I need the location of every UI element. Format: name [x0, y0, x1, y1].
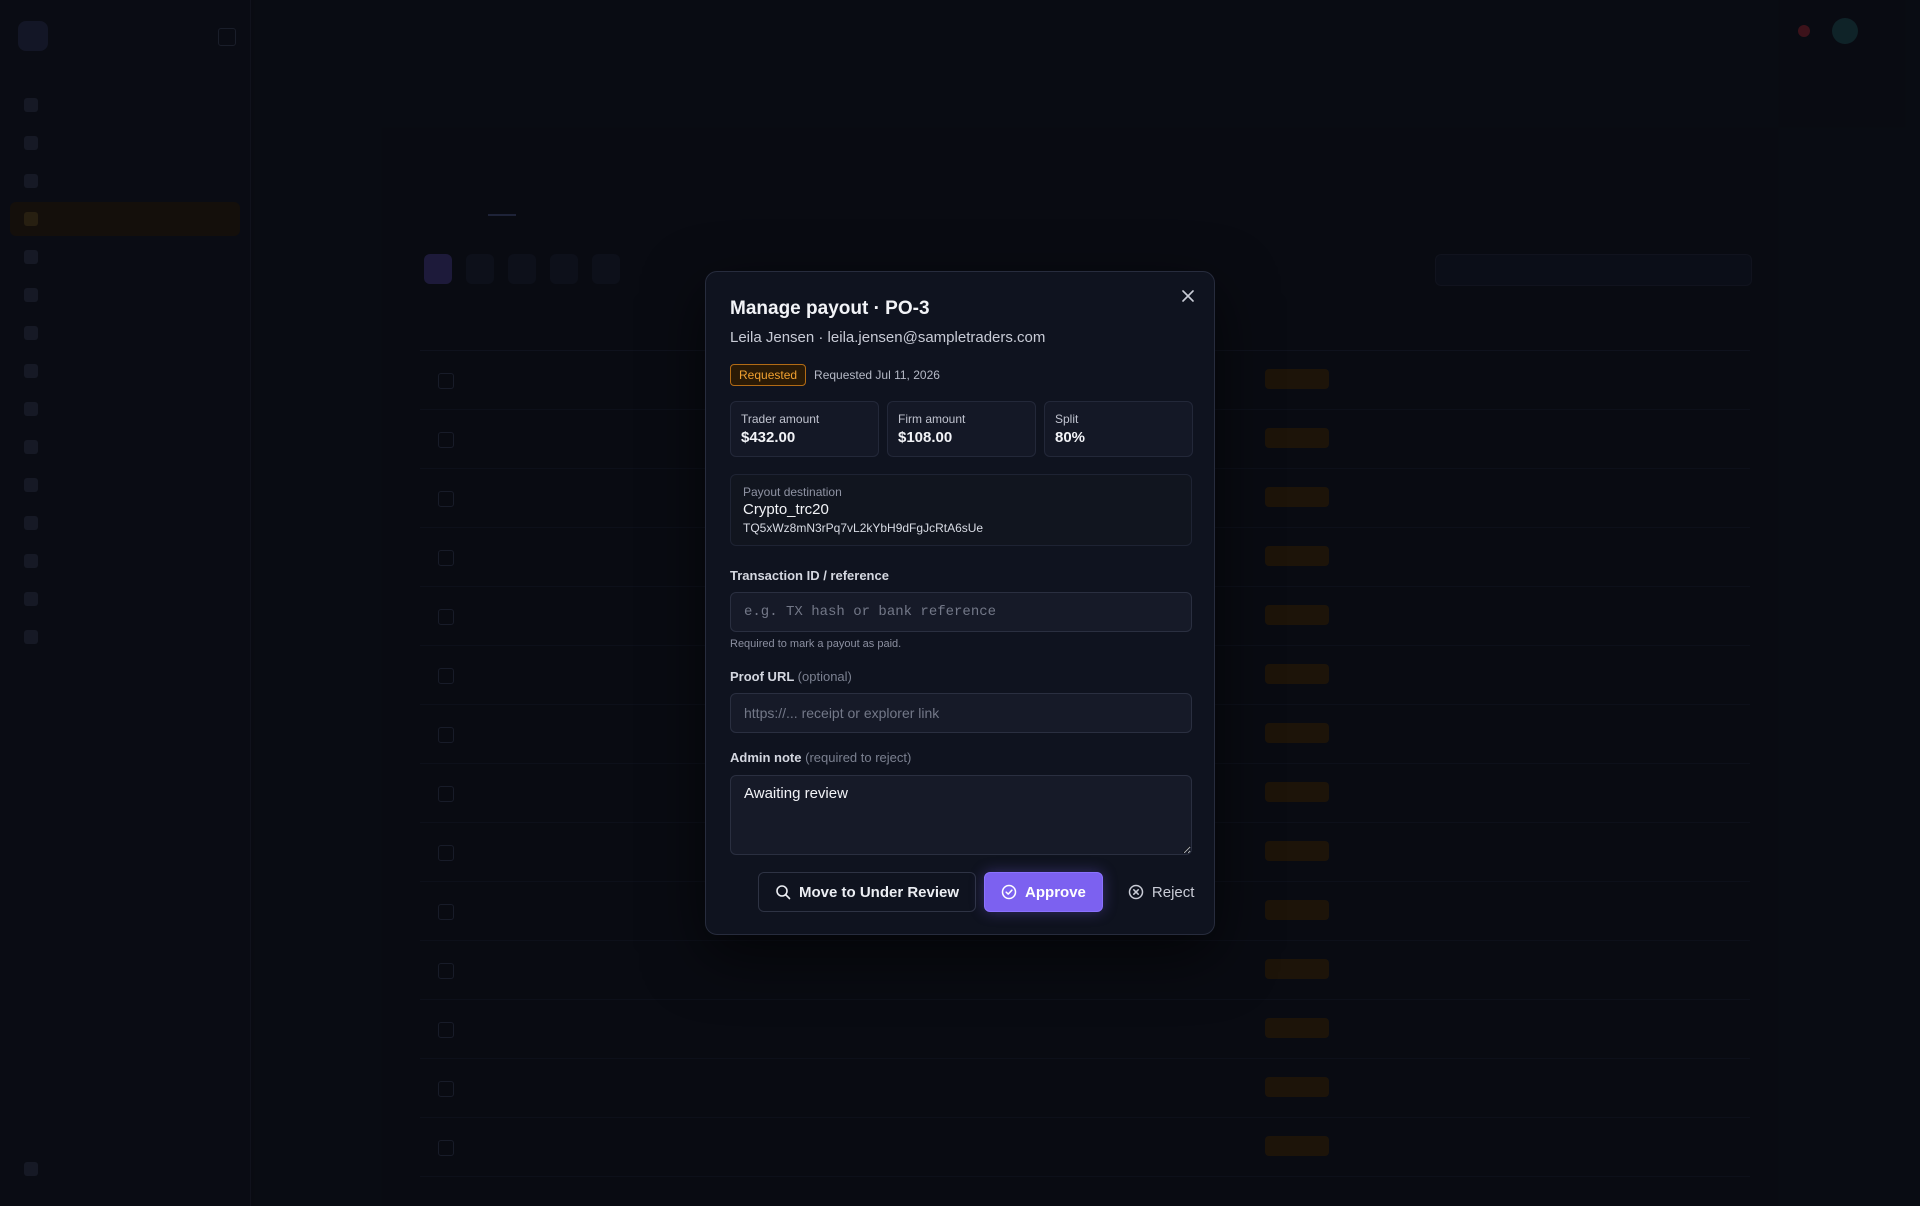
dialog-title: Manage payout · PO-3 — [730, 298, 930, 319]
approve-button[interactable]: Approve — [984, 872, 1103, 912]
status-row: Requested Requested Jul 11, 2026 — [730, 364, 940, 386]
requested-date: Requested Jul 11, 2026 — [814, 368, 940, 382]
close-icon — [1182, 290, 1194, 302]
x-circle-icon — [1128, 884, 1144, 900]
admin-note-label: Admin note (required to reject) — [730, 750, 911, 765]
stat-value: $108.00 — [898, 429, 953, 446]
proof-url-label-text: Proof URL — [730, 669, 795, 684]
stat-value: 80% — [1055, 429, 1086, 446]
move-to-under-review-button[interactable]: Move to Under Review — [758, 872, 977, 912]
dialog-actions: Move to Under Review Approve Reject — [758, 872, 1211, 912]
payout-destination: Payout destination Crypto_trc20 TQ5xWz8m… — [730, 474, 1192, 546]
check-circle-icon — [1001, 884, 1017, 900]
stat-label: Split — [1055, 412, 1079, 426]
close-button[interactable] — [1178, 286, 1198, 306]
admin-note-textarea[interactable]: Awaiting review — [730, 775, 1192, 855]
manage-payout-dialog: Manage payout · PO-3 Leila Jensen · leil… — [705, 271, 1215, 935]
stat-label: Firm amount — [898, 412, 966, 426]
transaction-id-label: Transaction ID / reference — [730, 568, 889, 583]
button-label: Move to Under Review — [799, 883, 960, 901]
amount-stats: Trader amount $432.00 Firm amount $108.0… — [730, 401, 1193, 457]
wallet-address: TQ5xWz8mN3rPq7vL2kYbH9dFgJcRtA6sUe — [743, 521, 984, 535]
stat-label: Trader amount — [741, 412, 820, 426]
optional-hint: (optional) — [797, 669, 852, 684]
button-label: Reject — [1151, 883, 1195, 901]
stat-firm-amount: Firm amount $108.00 — [887, 401, 1036, 457]
stat-trader-amount: Trader amount $432.00 — [730, 401, 879, 457]
proof-url-input[interactable] — [730, 693, 1192, 733]
stat-value: $432.00 — [741, 429, 796, 446]
status-badge: Requested — [730, 364, 807, 386]
required-hint: (required to reject) — [805, 750, 912, 765]
transaction-id-input[interactable] — [730, 592, 1192, 632]
proof-url-label: Proof URL (optional) — [730, 669, 852, 684]
stat-split: Split 80% — [1044, 401, 1193, 457]
transaction-help-text: Required to mark a payout as paid. — [730, 638, 902, 650]
destination-label: Payout destination — [743, 485, 842, 499]
trader-identity: Leila Jensen · leila.jensen@sampletrader… — [730, 329, 1046, 346]
destination-method: Crypto_trc20 — [743, 501, 829, 518]
button-label: Approve — [1025, 883, 1086, 901]
admin-note-label-text: Admin note — [730, 750, 802, 765]
search-icon — [776, 885, 791, 900]
reject-button[interactable]: Reject — [1111, 872, 1212, 912]
